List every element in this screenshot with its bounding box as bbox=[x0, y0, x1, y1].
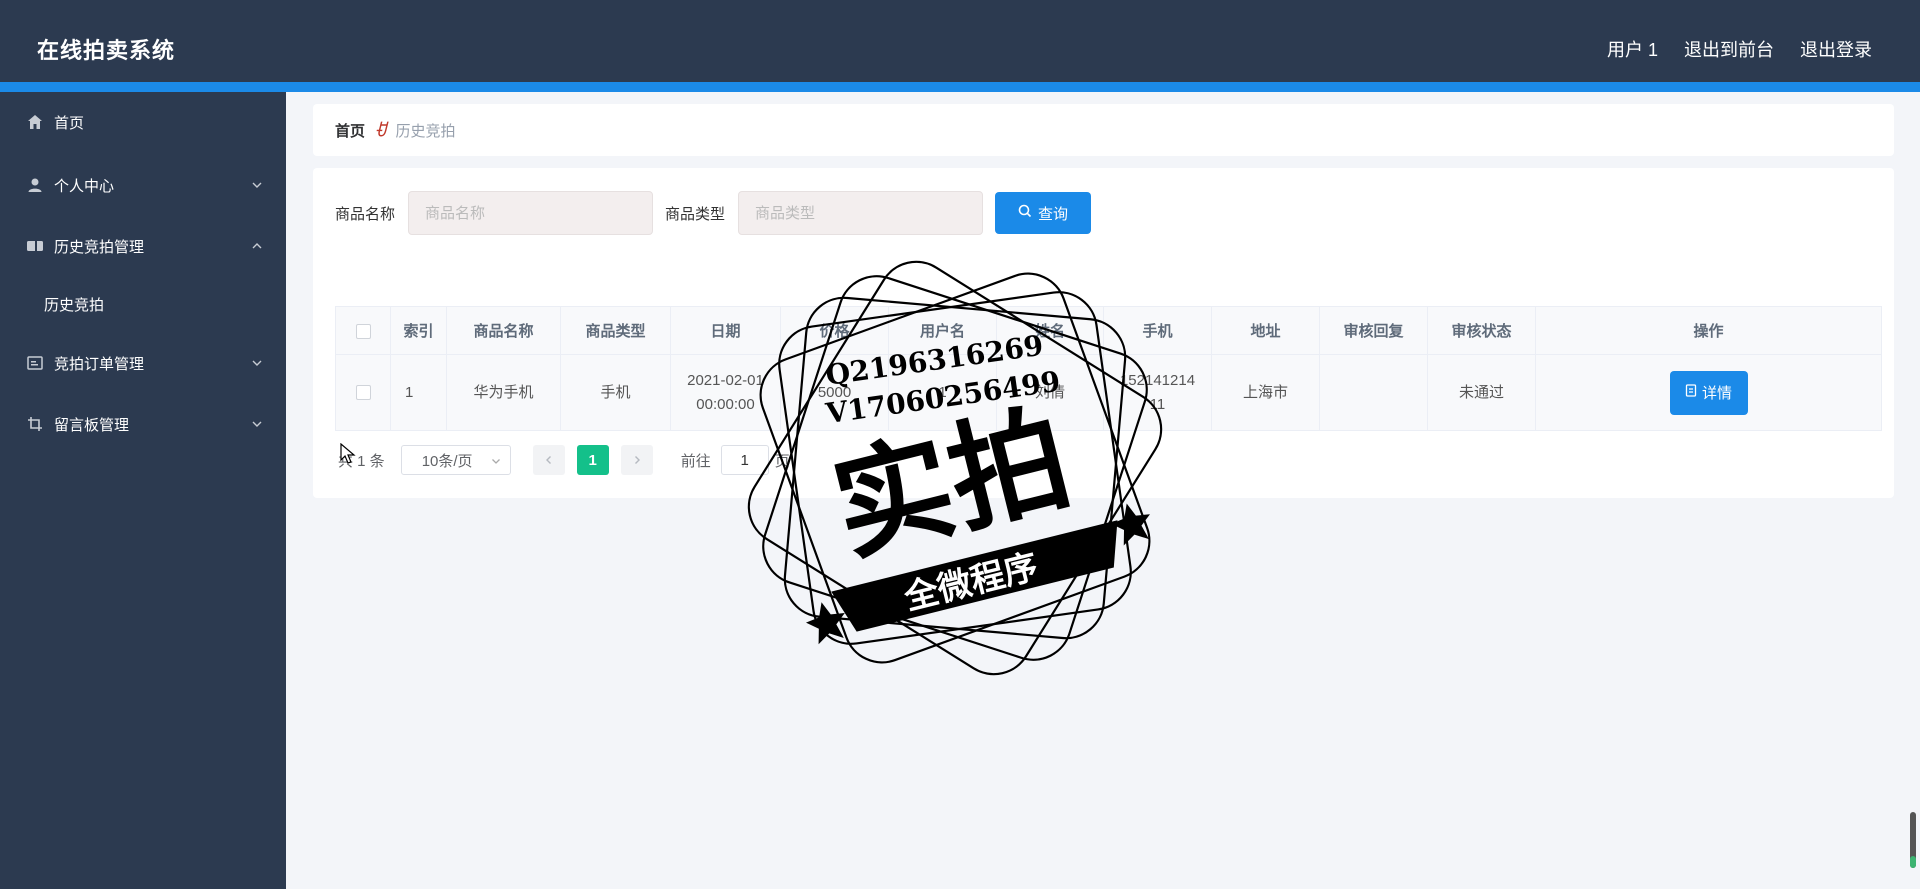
column-header: 价格 bbox=[780, 306, 889, 355]
query-button[interactable]: 查询 bbox=[995, 192, 1092, 234]
breadcrumb: 首页 ꀀ 历史竞拍 bbox=[313, 104, 1894, 156]
top-header: 在线拍卖系统 用户 1 退出到前台 退出登录 bbox=[0, 0, 1920, 92]
order-icon bbox=[26, 354, 44, 372]
column-header: 商品类型 bbox=[560, 306, 671, 355]
select-all-checkbox[interactable] bbox=[355, 323, 371, 339]
chevron-left-icon bbox=[544, 452, 554, 469]
column-header: 地址 bbox=[1211, 306, 1320, 355]
header-select-all[interactable] bbox=[335, 306, 391, 355]
ticket-icon bbox=[26, 237, 44, 255]
sidebar-item-label: 历史竞拍管理 bbox=[54, 238, 145, 256]
page-scrollbar[interactable] bbox=[1910, 812, 1916, 868]
column-header: 姓名 bbox=[996, 306, 1104, 355]
phone-line: 11 bbox=[1149, 395, 1166, 413]
page-size-value: 10条/页 bbox=[421, 452, 473, 470]
search-icon bbox=[1018, 204, 1032, 222]
sidebar-item-home[interactable]: 首页 bbox=[0, 102, 286, 142]
time-line: 00:00:00 bbox=[696, 395, 755, 413]
cell-product-type: 手机 bbox=[560, 354, 671, 431]
sidebar-item-label: 留言板管理 bbox=[54, 416, 130, 434]
cell-actions: 详情 bbox=[1535, 354, 1882, 431]
sidebar: 首页 个人中心 历史竞拍管理 历史竞拍 竞拍订单管理 留言板管理 bbox=[0, 92, 286, 889]
column-header: 操作 bbox=[1535, 306, 1882, 355]
date-line: 2021-02-01 bbox=[687, 371, 764, 389]
table-header-row: 索引 商品名称 商品类型 日期 价格 用户名 姓名 手机 地址 审核回复 审核状… bbox=[335, 306, 1882, 355]
chevron-right-icon bbox=[632, 452, 642, 469]
column-header: 手机 bbox=[1103, 306, 1212, 355]
watermark-banner-shape bbox=[831, 520, 1118, 632]
sidebar-subitem-label: 历史竞拍 bbox=[44, 296, 105, 314]
phone-line: 152141214 bbox=[1119, 371, 1196, 389]
goto-suffix: 页 bbox=[774, 452, 790, 470]
product-name-input[interactable] bbox=[408, 191, 654, 235]
sidebar-item-auction-order-management[interactable]: 竞拍订单管理 bbox=[0, 343, 286, 383]
goto-label: 前往 bbox=[680, 452, 711, 470]
chevron-down-icon bbox=[250, 356, 264, 370]
row-select-cell bbox=[335, 354, 391, 431]
breadcrumb-separator-icon: ꀀ bbox=[374, 123, 387, 140]
cell-price: 5000 bbox=[780, 354, 889, 431]
sidebar-item-message-board-management[interactable]: 留言板管理 bbox=[0, 404, 286, 444]
crop-icon bbox=[26, 415, 44, 433]
product-type-label: 商品类型 bbox=[665, 205, 726, 223]
column-header: 商品名称 bbox=[446, 306, 561, 355]
app-title: 在线拍卖系统 bbox=[37, 38, 176, 63]
cell-phone: 152141214 11 bbox=[1103, 354, 1212, 431]
back-to-front-link[interactable]: 退出到前台 bbox=[1684, 36, 1774, 62]
sidebar-item-label: 个人中心 bbox=[54, 177, 115, 195]
mouse-cursor-icon bbox=[340, 443, 356, 464]
home-icon bbox=[26, 113, 44, 131]
document-icon bbox=[1685, 384, 1697, 401]
column-header: 用户名 bbox=[888, 306, 997, 355]
cell-date: 2021-02-01 00:00:00 bbox=[670, 354, 781, 431]
star-icon bbox=[1111, 503, 1150, 546]
column-header: 索引 bbox=[390, 306, 447, 355]
sidebar-item-personal-center[interactable]: 个人中心 bbox=[0, 165, 286, 205]
chevron-down-icon bbox=[250, 178, 264, 192]
detail-button[interactable]: 详情 bbox=[1669, 370, 1748, 415]
cell-review-status: 未通过 bbox=[1427, 354, 1536, 431]
page-number-button[interactable]: 1 bbox=[576, 445, 609, 475]
cell-address: 上海市 bbox=[1211, 354, 1320, 431]
column-header: 日期 bbox=[670, 306, 781, 355]
chevron-down-icon bbox=[250, 417, 264, 431]
breadcrumb-home[interactable]: 首页 bbox=[335, 120, 365, 141]
chevron-down-icon bbox=[490, 454, 502, 466]
detail-button-label: 详情 bbox=[1701, 385, 1732, 402]
product-type-input[interactable] bbox=[738, 191, 984, 235]
cell-realname: 刘倩 bbox=[996, 354, 1104, 431]
sidebar-subitem-history-auction[interactable]: 历史竞拍 bbox=[0, 284, 286, 324]
history-auction-table: 索引 商品名称 商品类型 日期 价格 用户名 姓名 手机 地址 审核回复 审核状… bbox=[335, 306, 1882, 431]
header-accent-strip bbox=[0, 82, 1920, 92]
pagination: 共 1 条 10条/页 1 前往 页 bbox=[338, 445, 790, 475]
prev-page-button[interactable] bbox=[532, 445, 565, 475]
main-content-card: 商品名称 商品类型 查询 索引 商品名称 商品类型 日期 价格 用 bbox=[313, 168, 1894, 498]
sidebar-item-label: 竞拍订单管理 bbox=[54, 355, 145, 373]
cell-username: 1 bbox=[888, 354, 997, 431]
user-icon bbox=[26, 176, 44, 194]
chevron-up-icon bbox=[250, 239, 264, 253]
column-header: 审核回复 bbox=[1319, 306, 1428, 355]
sidebar-item-label: 首页 bbox=[54, 114, 85, 132]
table-row: 1 华为手机 手机 2021-02-01 00:00:00 5000 1 刘倩 … bbox=[335, 354, 1882, 431]
search-bar: 商品名称 商品类型 查询 bbox=[335, 191, 1092, 235]
breadcrumb-current: 历史竞拍 bbox=[395, 122, 456, 140]
cell-index: 1 bbox=[390, 354, 447, 431]
user-name-link[interactable]: 用户 1 bbox=[1607, 36, 1658, 62]
goto-page-input[interactable] bbox=[720, 445, 769, 475]
page-size-select[interactable]: 10条/页 bbox=[400, 445, 511, 475]
next-page-button[interactable] bbox=[620, 445, 653, 475]
query-button-label: 查询 bbox=[1038, 205, 1069, 223]
sidebar-item-history-auction-management[interactable]: 历史竞拍管理 bbox=[0, 226, 286, 266]
cell-product-name: 华为手机 bbox=[446, 354, 561, 431]
user-menu: 用户 1 退出到前台 退出登录 bbox=[1607, 36, 1872, 62]
column-header: 审核状态 bbox=[1427, 306, 1536, 355]
logout-link[interactable]: 退出登录 bbox=[1800, 36, 1872, 62]
row-checkbox[interactable] bbox=[355, 385, 371, 401]
product-name-label: 商品名称 bbox=[335, 205, 396, 223]
cell-review-reply bbox=[1319, 354, 1428, 431]
star-icon bbox=[805, 602, 845, 645]
watermark-banner-text: 全微程序 bbox=[899, 547, 1042, 619]
